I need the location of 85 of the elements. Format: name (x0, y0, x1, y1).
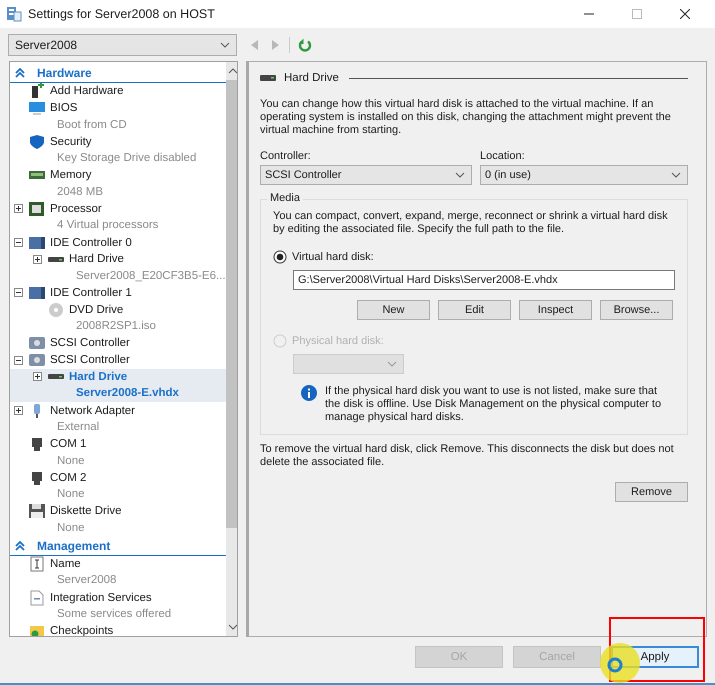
hard-drive-icon (47, 373, 65, 380)
tree-item[interactable]: Security (50, 136, 92, 148)
expand-toggle-icon[interactable] (33, 254, 42, 264)
tree-item[interactable]: Name (50, 558, 81, 570)
scrollbar[interactable] (226, 62, 237, 636)
tree-item-detail: 4 Virtual processors (57, 219, 158, 232)
tree-item-detail: 2048 MB (57, 186, 104, 198)
controller-dropdown[interactable]: SCSI Controller (260, 165, 472, 185)
tree-item-detail: None (57, 522, 84, 534)
media-button[interactable]: New (357, 300, 430, 320)
collapse-toggle-icon[interactable] (14, 356, 23, 365)
media-button[interactable]: Browse... (600, 300, 673, 320)
checkpoint-folder-icon (28, 623, 46, 636)
tree-item[interactable]: Add Hardware (50, 85, 124, 98)
document-icon (28, 590, 46, 606)
tree-item[interactable]: SCSI Controller (50, 337, 130, 350)
media-button[interactable]: Edit (438, 300, 511, 320)
tree-item-detail: Server2008 (57, 574, 116, 586)
close-icon[interactable] (680, 9, 690, 19)
vm-dropdown[interactable]: Server2008 (8, 34, 237, 56)
media-button[interactable]: Inspect (519, 300, 592, 320)
tree-item[interactable]: BIOS (50, 102, 78, 114)
tree-item-detail: None (57, 454, 84, 467)
controller-card-icon (28, 335, 46, 352)
field-label: Controller: (260, 150, 312, 162)
text-cursor-icon (28, 556, 46, 572)
description-text: You can change how this virtual hard disk is attached to the virtual machine. If an operating system is installed on this disk, changing the attachment might prevent the virtual machine from starting. (260, 98, 672, 137)
radio-label: Physical hard disk: (292, 335, 384, 347)
controller-card-icon (28, 234, 46, 251)
expand-toggle-icon[interactable] (14, 204, 23, 214)
controller-card-icon (28, 284, 46, 301)
tree-item[interactable]: Integration Services (50, 592, 152, 604)
tree-item[interactable]: Processor (50, 202, 102, 215)
hard-drive-icon (47, 256, 65, 263)
tree-item-detail: Server2008_E20CF3B5-E6... (76, 270, 226, 282)
tree-item-detail: 2008R2SP1.iso (76, 320, 156, 332)
window-title: Settings for Server2008 on HOST (28, 7, 215, 21)
info-text: If the physical hard disk you want to use is not listed, make sure that the disk is offline. Use Disk Management on the physical computer to manage physical hard disks. (325, 385, 662, 424)
tree-item[interactable]: COM 2 (50, 472, 86, 484)
tree-item-detail: Some services offered (57, 608, 172, 620)
tree-item-detail: External (57, 420, 100, 433)
remove-description: To remove the virtual hard disk, click Remove. This disconnects the disk but does not delete the associated file. (260, 443, 675, 469)
tree-item[interactable]: IDE Controller 0 (50, 236, 132, 249)
tree-item-detail: Key Storage Drive disabled (57, 152, 196, 164)
remove-button[interactable]: Remove (615, 482, 688, 502)
collapse-toggle-icon[interactable] (14, 288, 23, 298)
field-label: Location: (480, 150, 526, 162)
controller-card-icon (28, 352, 46, 368)
collapse-icon[interactable] (15, 540, 25, 551)
section-header: Management (37, 538, 110, 553)
tree-item[interactable]: DVD Drive (69, 304, 124, 316)
path-input-field[interactable]: G:\Server2008\Virtual Hard Disks\Server2008-E.vhdx (293, 270, 675, 290)
info-icon (301, 385, 317, 401)
monitor-icon (28, 100, 46, 116)
scroll-down-icon[interactable] (228, 624, 237, 630)
tree-item[interactable]: Hard Drive (69, 253, 124, 266)
shield-icon (28, 134, 46, 150)
settings-app-icon (6, 6, 22, 22)
media-description: You can compact, convert, expand, merge, reconnect or shrink a virtual hard disk by editing the associated file. Specify the full path to the file. (273, 210, 669, 236)
tree-item-detail: None (57, 488, 84, 500)
collapse-icon[interactable] (15, 68, 25, 78)
expand-toggle-icon[interactable] (14, 406, 23, 416)
radio-label: Virtual hard disk: (292, 251, 374, 263)
collapse-toggle-icon[interactable] (14, 238, 23, 248)
section-title: Hard Drive (284, 72, 339, 84)
chip-icon (28, 200, 46, 217)
refresh-icon[interactable] (298, 38, 312, 52)
tree-item[interactable]: IDE Controller 1 (50, 286, 132, 299)
tree-item-detail: Boot from CD (57, 118, 127, 131)
expand-toggle-icon[interactable] (33, 372, 42, 382)
location-dropdown[interactable]: 0 (in use) (480, 165, 688, 185)
tree-item[interactable]: COM 1 (50, 438, 86, 450)
tree-item[interactable]: SCSI Controller (50, 354, 130, 366)
cursor-highlight-drawing (600, 643, 640, 683)
hard-drive-icon (260, 74, 276, 82)
tree-item[interactable]: Network Adapter (50, 404, 136, 417)
radio-button[interactable] (273, 250, 287, 264)
section-header: Hardware (37, 66, 92, 80)
scroll-up-icon[interactable] (228, 68, 237, 74)
tree-item[interactable]: Hard Drive (69, 370, 128, 383)
tree-item-detail: Server2008-E.vhdx (76, 387, 179, 400)
disc-icon (47, 302, 65, 318)
tree-item[interactable]: Diskette Drive (50, 505, 122, 518)
group-title: Media (267, 192, 303, 204)
tree-item[interactable]: Memory (50, 169, 92, 182)
